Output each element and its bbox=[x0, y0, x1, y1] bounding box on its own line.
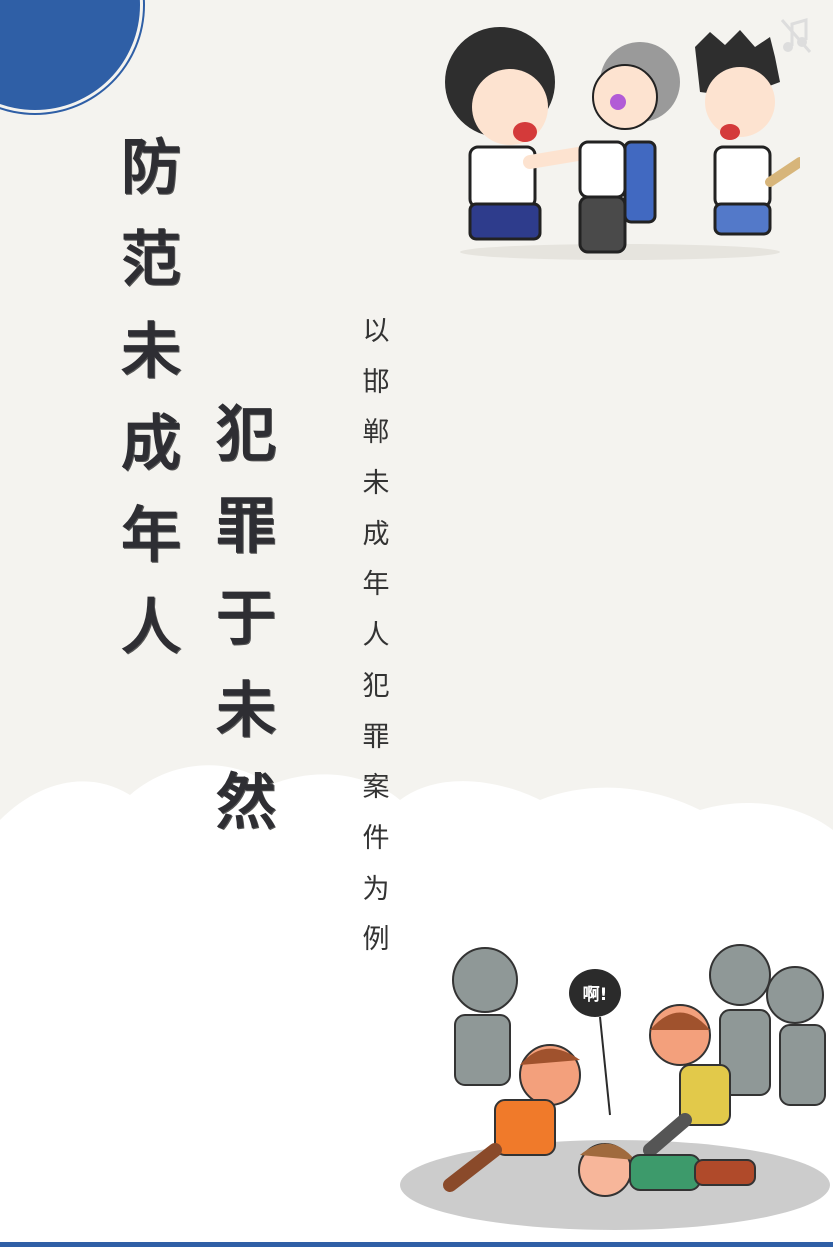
title-char: 年 bbox=[121, 501, 181, 571]
decorative-circle bbox=[0, 0, 140, 110]
title-line-2: 犯 罪 于 未 然 bbox=[210, 405, 282, 865]
title-char: 于 bbox=[216, 584, 276, 654]
title-char: 未 bbox=[216, 676, 276, 746]
bottom-accent-bar bbox=[0, 1242, 833, 1247]
subtitle-char: 成 bbox=[362, 518, 390, 550]
subtitle-char: 郸 bbox=[362, 417, 390, 449]
speech-bubble-text: 啊! bbox=[583, 985, 608, 1005]
subtitle-char: 案 bbox=[362, 772, 390, 804]
title-char: 未 bbox=[121, 317, 181, 387]
subtitle-char: 年 bbox=[362, 569, 390, 601]
title-line-1: 防 范 未 成 年 人 bbox=[115, 138, 187, 690]
title-char: 人 bbox=[121, 593, 181, 663]
subtitle-char: 犯 bbox=[362, 670, 390, 702]
title-char: 防 bbox=[121, 133, 181, 203]
title-char: 然 bbox=[216, 768, 276, 838]
poster: 防 范 未 成 年 人 犯 罪 于 未 然 以 邯 郸 未 成 年 人 犯 罪 … bbox=[0, 0, 833, 1247]
subtitle-char: 件 bbox=[362, 822, 390, 854]
subtitle-char: 邯 bbox=[362, 366, 390, 398]
subtitle-char: 人 bbox=[362, 620, 390, 652]
group-fight-illustration: 啊! bbox=[400, 944, 830, 1230]
title-char: 犯 bbox=[216, 400, 276, 470]
subtitle: 以 邯 郸 未 成 年 人 犯 罪 案 件 为 例 bbox=[358, 318, 394, 977]
title-char: 罪 bbox=[216, 492, 276, 562]
subtitle-char: 未 bbox=[362, 468, 390, 500]
fighting-boys-illustration bbox=[445, 27, 800, 260]
subtitle-char: 例 bbox=[362, 924, 390, 956]
subtitle-char: 以 bbox=[362, 316, 390, 347]
title-char: 成 bbox=[121, 409, 181, 479]
subtitle-char: 罪 bbox=[362, 721, 390, 753]
subtitle-char: 为 bbox=[362, 873, 390, 905]
title-char: 范 bbox=[121, 225, 181, 295]
